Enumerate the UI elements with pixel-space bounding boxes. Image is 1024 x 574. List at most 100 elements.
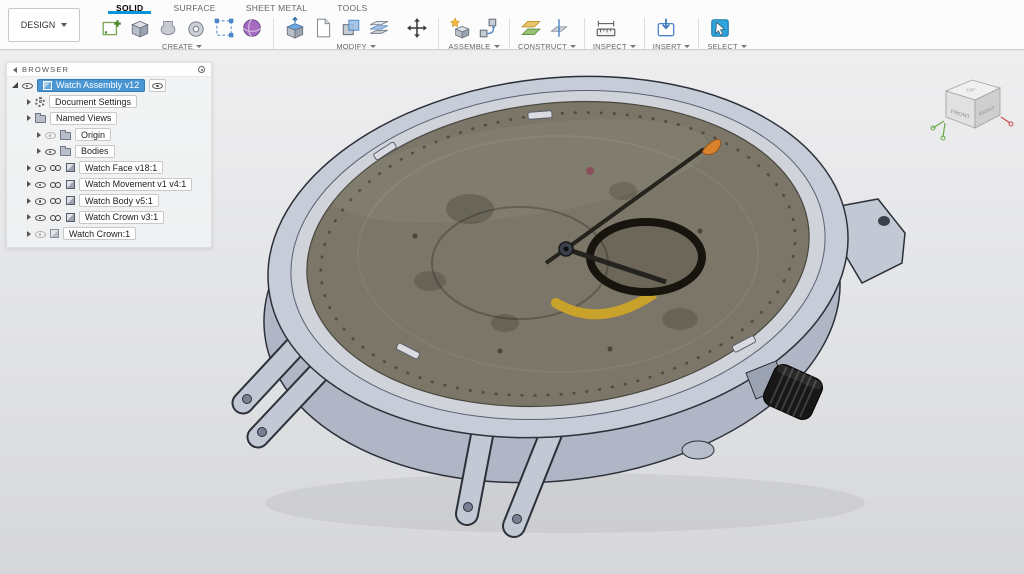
visibility-eye-icon[interactable] — [35, 180, 46, 189]
collapse-panel-icon[interactable] — [13, 67, 17, 73]
browser-item-label: Watch Movement v1 v4:1 — [85, 179, 186, 189]
toolbar-divider — [509, 18, 510, 49]
create-sketch-button[interactable] — [99, 15, 125, 41]
construct-plane-button[interactable] — [518, 15, 544, 41]
create-pattern-button[interactable] — [211, 15, 237, 41]
visibility-eye-icon[interactable] — [35, 196, 46, 205]
combine-button[interactable] — [338, 15, 364, 41]
root-visibility-toggle[interactable] — [149, 79, 166, 92]
select-button[interactable] — [707, 15, 733, 41]
browser-panel: BROWSER Watch Assembly v12 Document Sett… — [6, 62, 212, 248]
browser-item-bodies[interactable]: Bodies — [7, 143, 211, 160]
viewcube-graphic[interactable]: FRONT RIGHT TOP — [930, 65, 1014, 149]
pattern-icon — [213, 17, 235, 39]
browser-root-pill[interactable]: Watch Assembly v12 — [37, 79, 145, 92]
expand-arrow-icon[interactable] — [27, 231, 31, 237]
watch-lug-right[interactable] — [840, 199, 905, 283]
modify-menu-button[interactable]: MODIFY — [282, 41, 430, 53]
construct-menu-button[interactable]: CONSTRUCT — [518, 41, 576, 53]
browser-item-label: Named Views — [56, 113, 111, 123]
viewcube-top-label[interactable]: TOP — [966, 87, 975, 93]
expand-arrow-icon[interactable] — [27, 115, 31, 121]
new-component-button[interactable] — [447, 15, 473, 41]
select-menu-button[interactable]: SELECT — [707, 41, 746, 53]
folder-icon — [35, 115, 46, 123]
construct-group-icons — [518, 15, 576, 41]
inspect-menu-button[interactable]: INSPECT — [593, 41, 636, 53]
browser-item-watch-body[interactable]: Watch Body v5:1 — [7, 193, 211, 210]
link-icon — [50, 197, 62, 205]
tab-solid[interactable]: SOLID — [106, 0, 153, 13]
insert-menu-button[interactable]: INSERT — [653, 41, 691, 53]
inspect-menu-label: INSPECT — [593, 42, 627, 51]
visibility-eye-icon[interactable] — [35, 163, 46, 172]
expand-arrow-icon[interactable] — [27, 181, 31, 187]
chevron-down-icon — [684, 45, 690, 48]
browser-item-root[interactable]: Watch Assembly v12 — [7, 77, 211, 94]
toolbar-divider — [584, 18, 585, 49]
expand-arrow-icon[interactable] — [27, 165, 31, 171]
panel-options-icon[interactable] — [198, 66, 205, 73]
component-icon — [66, 163, 75, 172]
browser-item-label: Watch Crown:1 — [69, 229, 130, 239]
joint-button[interactable] — [475, 15, 501, 41]
create-hole-button[interactable] — [183, 15, 209, 41]
visibility-eye-icon[interactable] — [22, 81, 33, 90]
expand-arrow-icon[interactable] — [37, 148, 41, 154]
expand-arrow-icon[interactable] — [27, 99, 31, 105]
box-icon — [129, 17, 151, 39]
viewcube[interactable]: FRONT RIGHT TOP — [930, 65, 1014, 149]
press-pull-button[interactable] — [282, 15, 308, 41]
assemble-menu-button[interactable]: ASSEMBLE — [447, 41, 501, 53]
chevron-down-icon — [741, 45, 747, 48]
visibility-eye-icon[interactable] — [45, 130, 56, 139]
construct-axis-button[interactable] — [546, 15, 572, 41]
measure-button[interactable] — [593, 15, 619, 41]
move-button[interactable] — [404, 15, 430, 41]
browser-item-watch-movement[interactable]: Watch Movement v1 v4:1 — [7, 176, 211, 193]
browser-item-watch-crown-v3[interactable]: Watch Crown v3:1 — [7, 209, 211, 226]
visibility-eye-icon[interactable] — [35, 213, 46, 222]
visibility-eye-icon[interactable] — [152, 81, 163, 90]
toolbar-group-create: CREATE — [94, 13, 270, 54]
construct-axis-icon — [548, 17, 570, 39]
create-form-button[interactable] — [239, 15, 265, 41]
browser-title: BROWSER — [22, 65, 193, 74]
split-button[interactable] — [366, 15, 392, 41]
form-icon — [241, 17, 263, 39]
combine-icon — [340, 17, 362, 39]
browser-item-label: Watch Body v5:1 — [85, 196, 153, 206]
expand-arrow-icon[interactable] — [12, 82, 18, 88]
viewport-canvas[interactable]: BROWSER Watch Assembly v12 Document Sett… — [0, 51, 1024, 574]
browser-item-named-views[interactable]: Named Views — [7, 110, 211, 127]
create-menu-button[interactable]: CREATE — [99, 41, 265, 53]
tab-sheet-metal-label: SHEET METAL — [246, 3, 308, 13]
create-menu-label: CREATE — [162, 42, 193, 51]
toolbar-divider — [644, 18, 645, 49]
expand-arrow-icon[interactable] — [37, 132, 41, 138]
expand-arrow-icon[interactable] — [27, 198, 31, 204]
browser-header[interactable]: BROWSER — [7, 63, 211, 77]
workspace-tabs: SOLID SURFACE SHEET METAL TOOLS — [90, 0, 1024, 13]
browser-item-document-settings[interactable]: Document Settings — [7, 94, 211, 111]
toolbar-group-insert: INSERT — [648, 13, 696, 54]
create-box-button[interactable] — [127, 15, 153, 41]
insert-button[interactable] — [653, 15, 679, 41]
expand-arrow-icon[interactable] — [27, 214, 31, 220]
inspect-group-icons — [593, 15, 636, 41]
design-menu-button[interactable]: DESIGN — [8, 8, 80, 42]
tab-surface[interactable]: SURFACE — [163, 0, 225, 13]
browser-item-watch-crown-1[interactable]: Watch Crown:1 — [7, 226, 211, 243]
create-revolve-button[interactable] — [155, 15, 181, 41]
fillet-button[interactable] — [310, 15, 336, 41]
toolbar-group-inspect: INSPECT — [588, 13, 641, 54]
browser-item-origin[interactable]: Origin — [7, 127, 211, 144]
toolbar-divider — [273, 18, 274, 49]
visibility-eye-icon[interactable] — [35, 229, 46, 238]
browser-root-label: Watch Assembly v12 — [56, 80, 139, 90]
browser-item-watch-face[interactable]: Watch Face v18:1 — [7, 160, 211, 177]
visibility-eye-icon[interactable] — [45, 147, 56, 156]
tab-tools[interactable]: TOOLS — [327, 0, 377, 13]
folder-icon — [60, 132, 71, 140]
tab-sheet-metal[interactable]: SHEET METAL — [236, 0, 318, 13]
